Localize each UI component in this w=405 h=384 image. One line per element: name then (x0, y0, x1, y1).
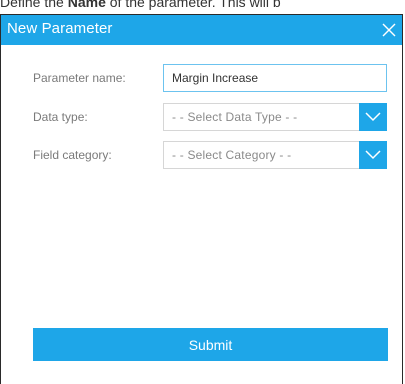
caption-prefix: Define the (0, 0, 68, 10)
caption-bold: Name (67, 0, 106, 10)
dialog-titlebar: New Parameter (1, 15, 402, 45)
parameter-name-row: Parameter name: (33, 63, 388, 93)
data-type-selected-value: - - Select Data Type - - (172, 110, 298, 124)
instruction-caption: Define the Name of the parameter. This w… (0, 0, 405, 10)
new-parameter-dialog: New Parameter Parameter name: Data type:… (0, 14, 403, 384)
field-category-row: Field category: - - Select Category - - (33, 140, 388, 170)
field-category-select[interactable]: - - Select Category - - (163, 141, 387, 169)
parameter-name-label: Parameter name: (33, 71, 126, 85)
parameter-name-input[interactable] (163, 64, 387, 92)
field-category-label: Field category: (33, 148, 112, 162)
data-type-row: Data type: - - Select Data Type - - (33, 102, 388, 132)
data-type-label: Data type: (33, 110, 88, 124)
submit-button[interactable]: Submit (33, 328, 388, 361)
caption-suffix: of the parameter. This will b (105, 0, 281, 10)
close-icon[interactable] (376, 15, 402, 45)
field-category-selected-value: - - Select Category - - (172, 148, 292, 162)
chevron-down-icon[interactable] (359, 141, 387, 169)
data-type-select[interactable]: - - Select Data Type - - (163, 103, 387, 131)
chevron-down-icon[interactable] (359, 103, 387, 131)
dialog-title: New Parameter (7, 20, 113, 37)
